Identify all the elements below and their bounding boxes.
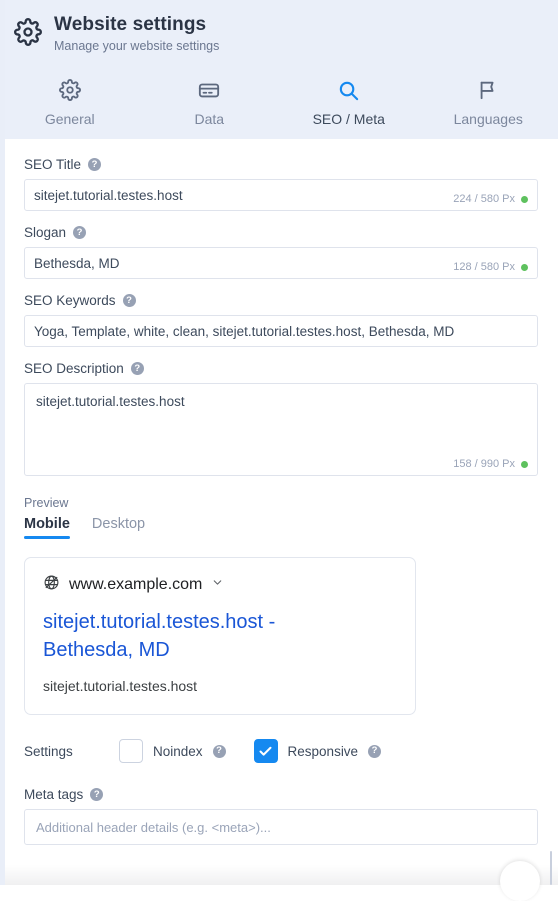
field-seo-description: SEO Description ? sitejet.tutorial.teste… [24,361,538,476]
help-icon[interactable]: ? [123,294,136,307]
field-slogan: Slogan ? Bethesda, MD 128 / 580 Px [24,225,538,279]
counter-text: 224 / 580 Px [453,193,515,205]
preview-title[interactable]: sitejet.tutorial.testes.host - Bethesda,… [43,608,363,664]
label-text: Slogan [24,225,66,240]
help-icon[interactable]: ? [131,362,144,375]
field-label: SEO Title ? [24,157,538,172]
globe-icon [43,574,60,596]
help-icon[interactable]: ? [213,745,226,758]
seo-keywords-input[interactable]: Yoga, Template, white, clean, sitejet.tu… [24,315,538,347]
textarea-value: sitejet.tutorial.testes.host [36,394,528,409]
help-icon[interactable]: ? [368,745,381,758]
field-seo-keywords: SEO Keywords ? Yoga, Template, white, cl… [24,293,538,347]
gear-icon [59,77,81,103]
tab-label: SEO / Meta [313,111,385,127]
field-label: SEO Description ? [24,361,538,376]
preview-tab-desktop[interactable]: Desktop [92,516,145,539]
char-counter: 158 / 990 Px [453,458,528,470]
page-subtitle: Manage your website settings [54,38,219,55]
help-icon[interactable]: ? [88,158,101,171]
search-icon [337,77,360,103]
page-title: Website settings [54,14,219,36]
responsive-group: Responsive ? [254,739,382,763]
preview-label: Preview [24,496,538,510]
preview-tab-label: Desktop [92,516,145,532]
preview-url-row: www.example.com [43,574,397,596]
field-label: Meta tags ? [24,787,538,802]
label-text: SEO Description [24,361,124,376]
help-icon[interactable]: ? [90,788,103,801]
status-dot [521,196,528,203]
field-label: Slogan ? [24,225,538,240]
seo-meta-form: SEO Title ? sitejet.tutorial.testes.host… [0,139,558,845]
label-text: SEO Title [24,157,81,172]
responsive-checkbox[interactable] [254,739,278,763]
chevron-down-icon[interactable] [211,576,224,594]
help-icon[interactable]: ? [73,226,86,239]
tab-languages[interactable]: Languages [419,71,558,131]
slogan-input[interactable]: Bethesda, MD 128 / 580 Px [24,247,538,279]
panel-header: Website settings Manage your website set… [0,0,558,139]
input-value: Bethesda, MD [25,256,120,271]
char-counter: 224 / 580 Px [453,193,528,205]
floating-action-button[interactable] [500,861,540,901]
input-value: Yoga, Template, white, clean, sitejet.tu… [25,324,454,339]
website-settings-panel: Website settings Manage your website set… [0,0,558,885]
label-text: SEO Keywords [24,293,116,308]
gear-icon [14,18,42,51]
settings-tabs: General Data [0,65,558,139]
counter-text: 128 / 580 Px [453,261,515,273]
scrollbar-thumb[interactable] [550,851,552,885]
noindex-group: Noindex ? [119,739,226,763]
label-text: Meta tags [24,787,83,802]
input-value: sitejet.tutorial.testes.host [25,188,183,203]
tab-label: Data [194,111,224,127]
settings-label: Settings [24,744,119,759]
preview-tab-label: Mobile [24,516,70,532]
left-rail [0,0,5,885]
preview-url: www.example.com [69,576,202,594]
seo-title-input[interactable]: sitejet.tutorial.testes.host 224 / 580 P… [24,179,538,211]
tab-data[interactable]: Data [140,71,280,131]
input-placeholder: Additional header details (e.g. <meta>).… [36,820,271,835]
preview-description: sitejet.tutorial.testes.host [43,678,397,694]
field-seo-title: SEO Title ? sitejet.tutorial.testes.host… [24,157,538,211]
meta-tags-input[interactable]: Additional header details (e.g. <meta>).… [24,809,538,845]
status-dot [521,264,528,271]
tab-label: Languages [454,111,523,127]
tab-seo-meta[interactable]: SEO / Meta [279,71,419,131]
check-icon [258,744,273,759]
noindex-checkbox[interactable] [119,739,143,763]
flag-icon [477,77,499,103]
field-meta-tags: Meta tags ? Additional header details (e… [24,787,538,845]
preview-tabs: Mobile Desktop [24,516,538,539]
preview-tab-mobile[interactable]: Mobile [24,516,70,539]
field-label: SEO Keywords ? [24,293,538,308]
bottom-fade [5,865,558,885]
tab-label: General [45,111,95,127]
char-counter: 128 / 580 Px [453,261,528,273]
serp-preview-card: www.example.com sitejet.tutorial.testes.… [24,557,416,715]
tab-general[interactable]: General [0,71,140,131]
counter-text: 158 / 990 Px [453,458,515,470]
responsive-label: Responsive [288,744,359,759]
settings-row: Settings Noindex ? Responsive ? [24,739,538,763]
seo-description-textarea[interactable]: sitejet.tutorial.testes.host 158 / 990 P… [24,383,538,476]
noindex-label: Noindex [153,744,203,759]
credit-card-icon [198,77,220,103]
status-dot [521,461,528,468]
